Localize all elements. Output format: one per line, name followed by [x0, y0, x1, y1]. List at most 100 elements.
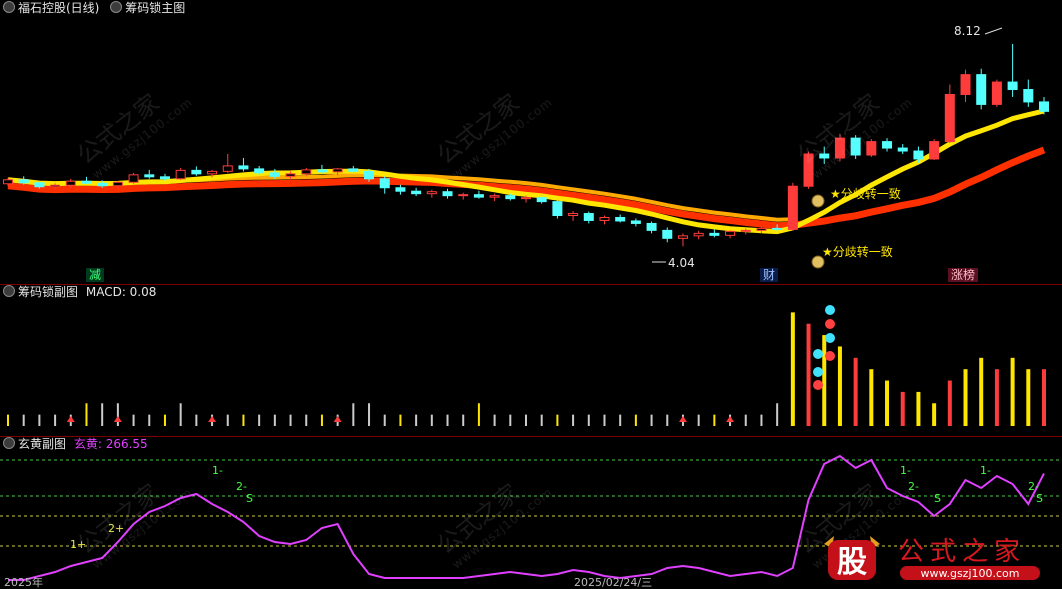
candle-body — [473, 194, 484, 198]
candle-body — [364, 170, 375, 180]
candle-body — [630, 220, 641, 224]
candle-body — [458, 194, 469, 197]
axis-label-date: 2025/02/24/三 — [574, 576, 653, 589]
candle-body — [819, 153, 830, 159]
candle-body — [615, 216, 626, 222]
macd-bar — [368, 403, 371, 426]
candle-body — [34, 182, 45, 188]
buy-arrow-icon — [333, 416, 342, 422]
candle-body — [426, 191, 437, 195]
candle-body — [112, 181, 123, 187]
signal-icon — [813, 349, 823, 359]
macd-bar — [85, 403, 88, 426]
candle-body — [991, 81, 1002, 105]
candle-body — [960, 74, 971, 95]
candle-body — [913, 150, 924, 160]
macd-bar — [666, 414, 669, 426]
candle-body — [269, 172, 280, 177]
macd-bar — [885, 380, 890, 426]
signal-icon — [825, 351, 835, 361]
candle-body — [332, 168, 343, 173]
level-label: 2- — [908, 480, 919, 493]
high-marker-line — [984, 27, 1003, 35]
tag-finance: 财 — [760, 268, 779, 282]
candle-body — [1007, 81, 1018, 91]
macd-indicator-name[interactable]: 筹码锁副图 — [18, 285, 78, 299]
buy-arrow-icon — [66, 416, 75, 422]
macd-bar — [242, 414, 245, 426]
coin-icon — [811, 194, 825, 208]
main-header: 福石控股(日线) 筹码锁主图 — [0, 0, 189, 16]
level-label: 1+ — [70, 538, 86, 551]
macd-bar — [760, 414, 763, 426]
candle-body — [191, 169, 202, 175]
signal-icon — [825, 319, 835, 329]
candle-body — [834, 137, 845, 159]
main-indicator-icon[interactable] — [110, 1, 123, 13]
candle-body — [536, 197, 547, 203]
candle-body — [521, 197, 531, 200]
site-logo: 股 公式之家 www.gszj100.com — [820, 534, 1052, 584]
macd-chart-svg — [7, 305, 1046, 426]
macd-bar — [383, 414, 386, 426]
buy-arrow-icon — [208, 416, 217, 422]
macd-bar — [446, 414, 449, 426]
candle-body — [175, 169, 186, 180]
macd-bar — [650, 414, 653, 426]
buy-arrow-icon — [113, 416, 122, 422]
main-chart-svg — [3, 27, 1049, 269]
xuanhuang-header: 玄黄副图 玄黄: 266.55 — [0, 436, 152, 452]
macd-bar — [963, 369, 968, 426]
macd-bar — [116, 403, 119, 426]
macd-bar — [38, 414, 41, 426]
macd-bar — [101, 403, 104, 426]
macd-bar — [195, 414, 198, 426]
candle-body — [316, 169, 327, 173]
macd-bar — [430, 414, 433, 426]
candle-body — [740, 229, 751, 232]
macd-bar — [979, 357, 984, 426]
candle-body — [803, 153, 814, 187]
macd-bar — [415, 414, 418, 426]
macd-bar — [509, 414, 512, 426]
main-collapse-icon[interactable] — [3, 1, 15, 13]
macd-bar — [273, 414, 276, 426]
macd-bar — [132, 414, 135, 426]
candle-body — [18, 179, 29, 184]
candle-body — [222, 165, 233, 172]
candle-body — [709, 232, 720, 236]
macd-bar — [587, 414, 590, 426]
tag-reduce: 减 — [86, 268, 105, 282]
candle-body — [662, 229, 673, 239]
macd-bar — [352, 403, 355, 426]
macd-bar — [790, 312, 795, 426]
candle-body — [552, 201, 563, 217]
xuanhuang-collapse-icon[interactable] — [3, 437, 15, 449]
main-indicator-name[interactable]: 筹码锁主图 — [125, 1, 185, 15]
xuanhuang-indicator-name[interactable]: 玄黄副图 — [18, 437, 66, 451]
candle-body — [97, 182, 108, 187]
macd-bar — [22, 414, 25, 426]
macd-bar — [697, 414, 700, 426]
macd-collapse-icon[interactable] — [3, 285, 15, 297]
macd-panel[interactable]: 筹码锁副图 MACD: 0.08 — [0, 284, 1062, 436]
candle-body — [725, 230, 736, 236]
main-chart-panel[interactable]: 福石控股(日线) 筹码锁主图 减 财 涨榜 8.12 4.04 ★分歧转一致 ★… — [0, 0, 1062, 284]
macd-bar — [776, 403, 779, 426]
macd-value: MACD: 0.08 — [85, 285, 157, 299]
macd-header: 筹码锁副图 MACD: 0.08 — [0, 284, 160, 300]
candle-body — [1039, 101, 1049, 112]
macd-bar — [1042, 369, 1046, 426]
high-price-label: 8.12 — [954, 24, 981, 38]
macd-bar — [179, 403, 182, 426]
macd-bar — [148, 414, 151, 426]
candle-body — [238, 165, 249, 170]
macd-bar — [320, 414, 323, 426]
candle-body — [850, 137, 861, 156]
macd-bar — [54, 414, 57, 426]
signal-icon — [825, 305, 835, 315]
candle-body — [379, 178, 390, 189]
level-label: S — [246, 492, 253, 505]
candle-body — [65, 180, 76, 186]
signal-icon — [813, 367, 823, 377]
